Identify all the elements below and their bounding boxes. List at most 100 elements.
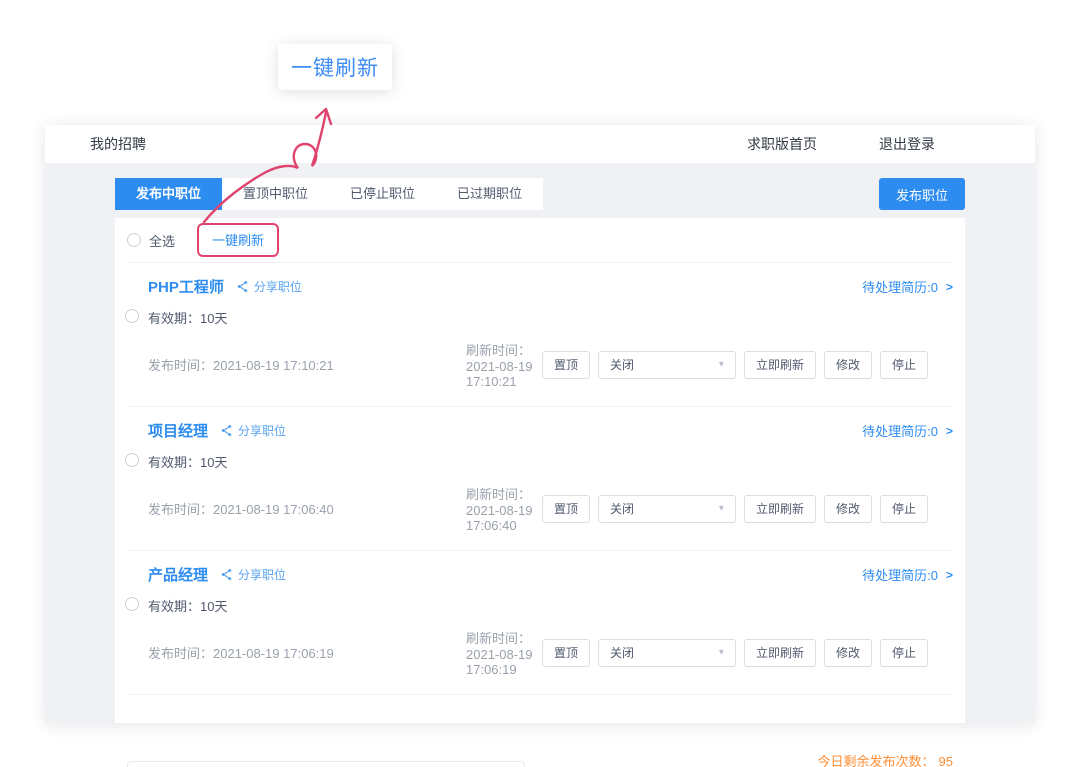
- publish-time-value: 2021-08-19 17:06:40: [213, 502, 334, 517]
- pin-top-button[interactable]: 置顶: [542, 639, 590, 667]
- caret-down-icon: ▾: [719, 504, 724, 514]
- publish-time-value: 2021-08-19 17:10:21: [213, 358, 334, 373]
- stop-button[interactable]: 停止: [880, 495, 928, 523]
- refresh-now-button[interactable]: 立即刷新: [744, 351, 816, 379]
- publish-time: 发布时间：2021-08-19 17:10:21: [148, 355, 466, 374]
- logout-link[interactable]: 退出登录: [879, 134, 935, 154]
- refresh-time-label: 刷新时间：: [466, 343, 531, 358]
- quota-stats: 今日剩余发布次数： 95 今日剩余刷新次数： 99 岗位数量： 0: [818, 751, 953, 767]
- tab-stopped[interactable]: 已停止职位: [329, 178, 436, 210]
- close-select[interactable]: 关闭 ▾: [598, 639, 736, 667]
- job-title[interactable]: 项目经理: [148, 420, 208, 441]
- share-icon: [236, 280, 249, 293]
- share-job-link[interactable]: 分享职位: [220, 422, 286, 439]
- chevron-right-icon: >: [946, 280, 953, 294]
- publish-time-value: 2021-08-19 17:06:19: [213, 646, 334, 661]
- recruitment-panel: 我的招聘 求职版首页 退出登录 发布中职位 置顶中职位 已停止职位 已过期职位 …: [45, 125, 1035, 723]
- remaining-publish-count: 今日剩余发布次数： 95: [818, 751, 953, 767]
- publish-job-button[interactable]: 发布职位: [879, 178, 965, 210]
- refresh-time-label: 刷新时间：: [466, 631, 531, 646]
- refresh-time-value: 2021-08-19 17:06:19: [466, 647, 533, 677]
- refresh-now-button[interactable]: 立即刷新: [744, 495, 816, 523]
- job-row: PHP工程师 分享职位 待处理简历:0 > 有效期：10天: [115, 263, 965, 406]
- refresh-time-value: 2021-08-19 17:10:21: [466, 359, 533, 389]
- validity-line: 有效期：10天: [148, 452, 953, 471]
- close-select[interactable]: 关闭 ▾: [598, 351, 736, 379]
- validity-value: 10天: [200, 311, 227, 326]
- job-actions: 置顶 关闭 ▾ 立即刷新 修改 停止: [542, 639, 928, 667]
- publish-time: 发布时间：2021-08-19 17:06:19: [148, 643, 466, 662]
- close-select[interactable]: 关闭 ▾: [598, 495, 736, 523]
- publish-time-label: 发布时间：: [148, 358, 213, 373]
- job-checkbox[interactable]: [125, 309, 139, 323]
- pending-resumes-link[interactable]: 待处理简历:0 >: [862, 565, 953, 584]
- chevron-right-icon: >: [946, 568, 953, 582]
- publish-time-label: 发布时间：: [148, 646, 213, 661]
- share-job-label: 分享职位: [254, 278, 302, 295]
- pending-resumes-label: 待处理简历:0: [862, 277, 938, 296]
- topbar-links: 求职版首页 退出登录: [747, 134, 935, 154]
- refresh-time: 刷新时间：2021-08-19 17:06:19: [466, 628, 542, 677]
- share-icon: [220, 424, 233, 437]
- validity-value: 10天: [200, 455, 227, 470]
- select-all-row: 全选 一键刷新: [115, 218, 965, 262]
- select-all-checkbox[interactable]: [127, 233, 141, 247]
- stop-button[interactable]: 停止: [880, 639, 928, 667]
- refresh-all-button[interactable]: 一键刷新: [197, 223, 279, 257]
- validity-label: 有效期：: [148, 599, 200, 614]
- pending-resumes-label: 待处理简历:0: [862, 421, 938, 440]
- job-row: 项目经理 分享职位 待处理简历:0 > 有效期：10天: [115, 407, 965, 550]
- divider: [127, 694, 953, 695]
- pin-top-button[interactable]: 置顶: [542, 351, 590, 379]
- validity-label: 有效期：: [148, 311, 200, 326]
- pagination: 共 3 条 20条/页 ▾ ‹ 1 › 前往 页: [127, 761, 525, 767]
- share-job-label: 分享职位: [238, 422, 286, 439]
- stat-label: 今日剩余发布次数：: [818, 751, 935, 767]
- select-all-label: 全选: [149, 231, 175, 250]
- validity-label: 有效期：: [148, 455, 200, 470]
- edit-button[interactable]: 修改: [824, 351, 872, 379]
- tab-pinned[interactable]: 置顶中职位: [222, 178, 329, 210]
- page-title: 我的招聘: [90, 134, 146, 154]
- publish-time-label: 发布时间：: [148, 502, 213, 517]
- edit-button[interactable]: 修改: [824, 495, 872, 523]
- job-checkbox[interactable]: [125, 597, 139, 611]
- job-actions: 置顶 关闭 ▾ 立即刷新 修改 停止: [542, 495, 928, 523]
- job-title[interactable]: PHP工程师: [148, 276, 224, 297]
- stat-value: 95: [939, 751, 953, 767]
- close-select-value: 关闭: [610, 500, 634, 517]
- validity-line: 有效期：10天: [148, 596, 953, 615]
- edit-button[interactable]: 修改: [824, 639, 872, 667]
- refresh-now-button[interactable]: 立即刷新: [744, 639, 816, 667]
- close-select-value: 关闭: [610, 644, 634, 661]
- validity-line: 有效期：10天: [148, 308, 953, 327]
- tab-expired[interactable]: 已过期职位: [436, 178, 543, 210]
- refresh-time-value: 2021-08-19 17:06:40: [466, 503, 533, 533]
- share-job-label: 分享职位: [238, 566, 286, 583]
- tab-strip: 发布中职位 置顶中职位 已停止职位 已过期职位: [115, 178, 543, 210]
- share-job-link[interactable]: 分享职位: [236, 278, 302, 295]
- pending-resumes-link[interactable]: 待处理简历:0 >: [862, 421, 953, 440]
- pin-top-button[interactable]: 置顶: [542, 495, 590, 523]
- close-select-value: 关闭: [610, 356, 634, 373]
- caret-down-icon: ▾: [719, 360, 724, 370]
- jobseeker-home-link[interactable]: 求职版首页: [747, 134, 817, 154]
- job-row: 产品经理 分享职位 待处理简历:0 > 有效期：10天: [115, 551, 965, 694]
- job-actions: 置顶 关闭 ▾ 立即刷新 修改 停止: [542, 351, 928, 379]
- job-title[interactable]: 产品经理: [148, 564, 208, 585]
- chevron-right-icon: >: [946, 424, 953, 438]
- stop-button[interactable]: 停止: [880, 351, 928, 379]
- pending-resumes-link[interactable]: 待处理简历:0 >: [862, 277, 953, 296]
- share-icon: [220, 568, 233, 581]
- pending-resumes-label: 待处理简历:0: [862, 565, 938, 584]
- tab-publishing[interactable]: 发布中职位: [115, 178, 222, 210]
- caret-down-icon: ▾: [719, 648, 724, 658]
- job-checkbox[interactable]: [125, 453, 139, 467]
- share-job-link[interactable]: 分享职位: [220, 566, 286, 583]
- refresh-callout-label: 一键刷新: [291, 52, 379, 82]
- refresh-time: 刷新时间：2021-08-19 17:10:21: [466, 340, 542, 389]
- refresh-all-label: 一键刷新: [212, 233, 264, 248]
- topbar: 我的招聘 求职版首页 退出登录: [45, 125, 1035, 163]
- list-footer: 共 3 条 20条/页 ▾ ‹ 1 › 前往 页 今日剩余发布次数： 95: [115, 751, 965, 767]
- publish-time: 发布时间：2021-08-19 17:06:40: [148, 499, 466, 518]
